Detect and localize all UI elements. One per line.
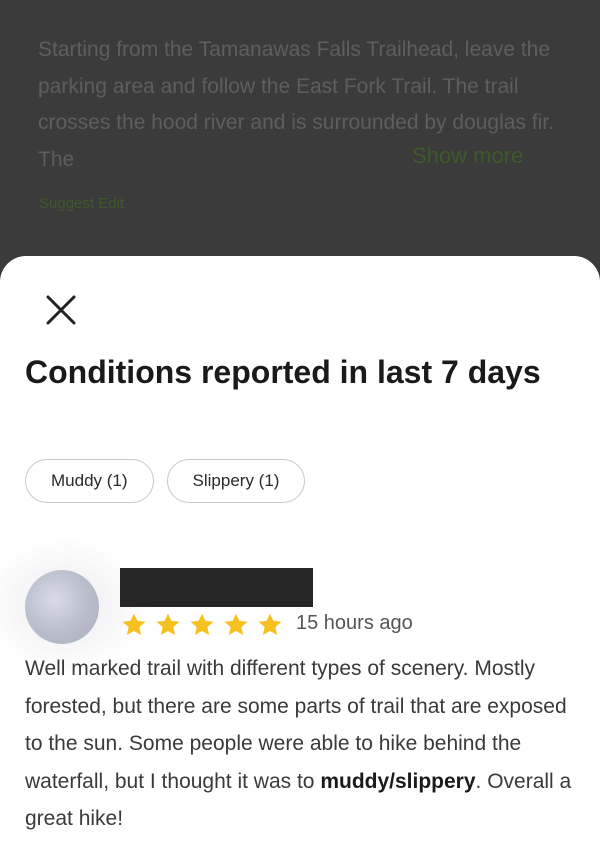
trail-description-panel: Starting from the Tamanawas Falls Trailh…	[0, 0, 600, 280]
star-icon	[156, 613, 180, 636]
avatar[interactable]	[25, 570, 99, 644]
star-icon	[224, 613, 248, 636]
chip-muddy[interactable]: Muddy (1)	[25, 459, 154, 503]
condition-chips: Muddy (1) Slippery (1)	[25, 459, 306, 503]
reviewer-name-redacted	[120, 568, 313, 607]
star-icon	[190, 613, 214, 636]
close-button[interactable]	[40, 289, 82, 331]
show-more-link[interactable]: Show more	[412, 143, 523, 169]
chip-slippery[interactable]: Slippery (1)	[166, 459, 306, 503]
review-text-emphasis: muddy/slippery	[320, 769, 476, 793]
star-icon	[122, 613, 146, 636]
review-text: Well marked trail with different types o…	[25, 650, 575, 838]
star-icon	[258, 613, 282, 636]
star-rating	[120, 611, 284, 639]
conditions-bottom-sheet: Conditions reported in last 7 days Muddy…	[0, 256, 600, 857]
sheet-title: Conditions reported in last 7 days	[25, 354, 541, 390]
close-icon	[46, 295, 76, 325]
review-timestamp: 15 hours ago	[296, 612, 413, 634]
suggest-edit-link[interactable]: Suggest Edit	[39, 195, 124, 212]
